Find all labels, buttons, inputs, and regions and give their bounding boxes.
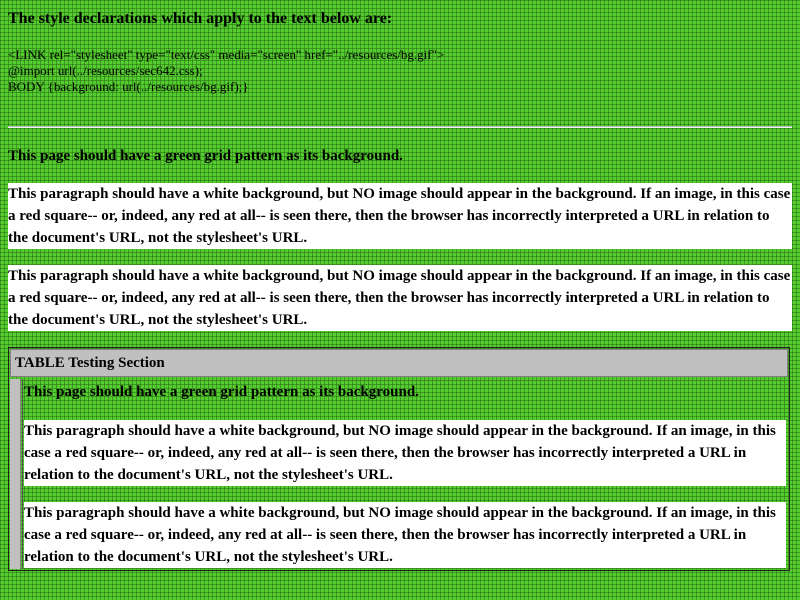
- table-white-background-paragraph-1: This paragraph should have a white backg…: [24, 420, 786, 486]
- horizontal-rule: [8, 126, 792, 128]
- code-line-link: <LINK rel="stylesheet" type="text/css" m…: [8, 47, 445, 62]
- green-background-note: This page should have a green grid patte…: [8, 148, 403, 164]
- table-header-label: TABLE Testing Section: [15, 355, 165, 371]
- table-cell-border: [22, 379, 23, 569]
- code-line-import: @import url(../resources/sec642.css);: [8, 63, 203, 78]
- table-white-background-paragraph-2: This paragraph should have a white backg…: [24, 502, 786, 568]
- white-background-paragraph-2: This paragraph should have a white backg…: [8, 265, 792, 331]
- code-line-body-rule: BODY {background: url(../resources/bg.gi…: [8, 79, 249, 94]
- white-background-paragraph-1: This paragraph should have a white backg…: [8, 183, 792, 249]
- test-page: The style declarations which apply to th…: [0, 0, 800, 600]
- style-declarations-code: <LINK rel="stylesheet" type="text/css" m…: [8, 47, 444, 95]
- table-side-cell: [10, 379, 21, 569]
- table-green-background-note: This page should have a green grid patte…: [24, 384, 419, 400]
- style-declarations-heading: The style declarations which apply to th…: [8, 10, 393, 27]
- table-header-cell: TABLE Testing Section: [10, 349, 788, 377]
